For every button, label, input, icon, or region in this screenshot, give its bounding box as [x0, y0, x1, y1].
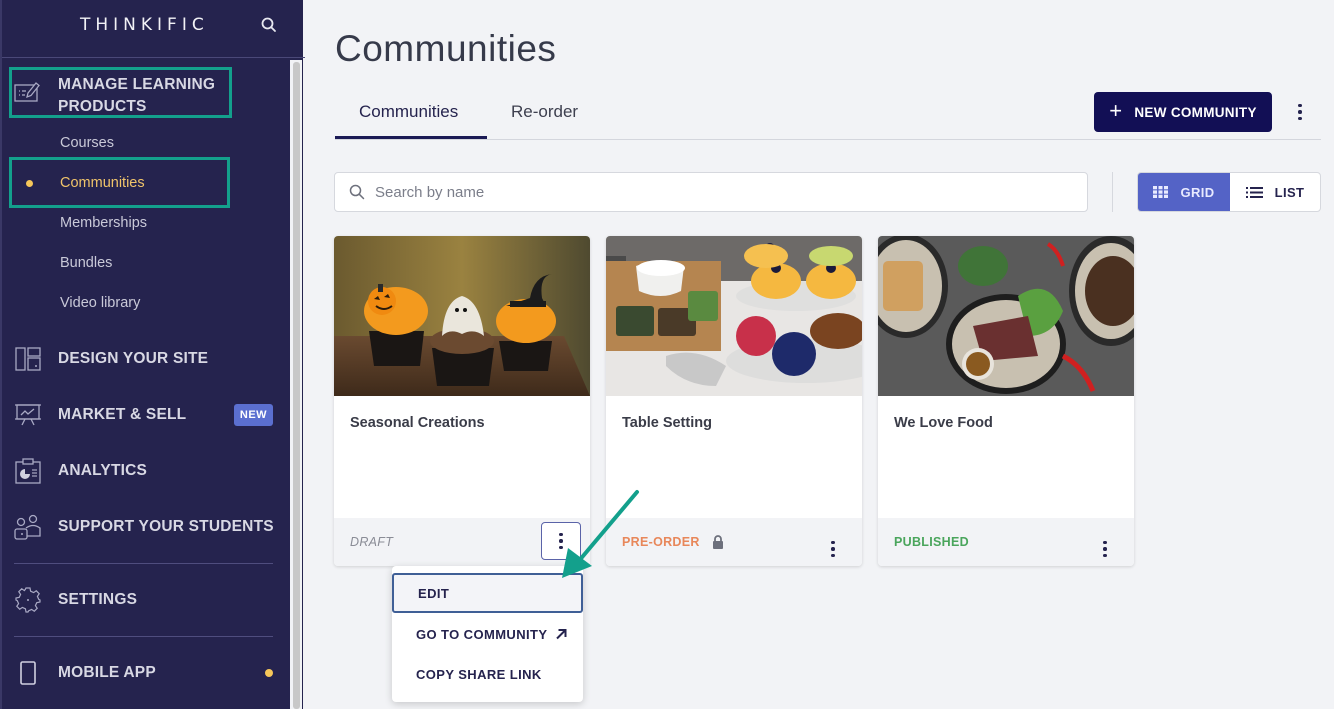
layout-icon — [14, 345, 42, 373]
sidebar-item-market-and-sell[interactable]: MARKET & SELL — [14, 401, 186, 429]
community-card[interactable]: We Love Food PUBLISHED — [878, 236, 1134, 566]
sidebar-item-label: DESIGN YOUR SITE — [58, 350, 209, 367]
new-community-label: NEW COMMUNITY — [1134, 104, 1257, 120]
new-community-button[interactable]: + NEW COMMUNITY — [1094, 92, 1272, 132]
sidebar: THINKIFIC MANAGE LEARNING PRODUCTS Cours… — [0, 0, 305, 709]
menu-item-label: GO TO COMMUNITY — [416, 626, 548, 642]
new-badge: NEW — [234, 404, 273, 426]
page-title: Communities — [335, 28, 557, 69]
search-icon — [349, 184, 365, 200]
phone-icon — [14, 659, 42, 687]
menu-item-go-to-community[interactable]: GO TO COMMUNITY — [392, 614, 583, 654]
community-image-afternoon-tea — [606, 236, 862, 396]
external-link-icon — [555, 628, 567, 640]
tab-re-order[interactable]: Re-order — [511, 102, 578, 122]
card-options-button[interactable] — [1085, 530, 1125, 566]
sidebar-divider — [14, 563, 273, 564]
card-footer: PUBLISHED — [878, 518, 1134, 566]
list-label: LIST — [1274, 184, 1305, 200]
card-title[interactable]: We Love Food — [894, 415, 993, 431]
sidebar-item-settings[interactable]: SETTINGS — [14, 586, 137, 614]
clipboard-pie-icon — [14, 457, 42, 485]
card-footer: DRAFT — [334, 518, 590, 566]
menu-item-copy-share-link[interactable]: COPY SHARE LINK — [392, 654, 583, 694]
community-image-halloween-cupcakes — [334, 236, 590, 396]
community-card[interactable]: Seasonal Creations DRAFT — [334, 236, 590, 566]
lock-icon — [712, 535, 723, 549]
presentation-chart-icon — [14, 401, 42, 429]
sidebar-scrollbar-thumb[interactable] — [293, 62, 300, 709]
thinkific-logo[interactable]: THINKIFIC — [80, 15, 209, 35]
menu-item-label: COPY SHARE LINK — [416, 666, 542, 682]
sidebar-subitem-courses[interactable]: Courses — [60, 135, 114, 151]
tab-communities[interactable]: Communities — [359, 102, 458, 122]
community-card[interactable]: Table Setting PRE-ORDER — [606, 236, 862, 566]
plus-icon: + — [1109, 98, 1123, 123]
status-badge: DRAFT — [350, 535, 394, 549]
sidebar-item-label: ANALYTICS — [58, 462, 148, 479]
gear-icon — [14, 586, 42, 614]
status-badge: PRE-ORDER — [622, 535, 724, 549]
sidebar-item-label: MOBILE APP — [58, 664, 156, 681]
page-more-options-icon[interactable] — [1290, 100, 1310, 124]
menu-item-label: EDIT — [418, 585, 450, 601]
sidebar-item-label: MARKET & SELL — [58, 406, 187, 423]
menu-item-edit[interactable]: EDIT — [392, 573, 583, 613]
card-options-button[interactable] — [541, 522, 581, 560]
card-title[interactable]: Table Setting — [622, 415, 712, 431]
sidebar-item-support-your-students[interactable]: SUPPORT YOUR STUDENTS — [14, 513, 274, 541]
active-tab-underline — [335, 136, 487, 139]
card-footer: PRE-ORDER — [606, 518, 862, 566]
status-label: PRE-ORDER — [622, 535, 700, 549]
sidebar-item-label: SUPPORT YOUR STUDENTS — [58, 518, 274, 535]
card-options-menu: EDIT GO TO COMMUNITY COPY SHARE LINK — [392, 566, 583, 702]
notification-dot — [265, 669, 273, 677]
sidebar-item-label: SETTINGS — [58, 591, 138, 608]
card-options-button[interactable] — [813, 530, 853, 566]
sidebar-divider — [14, 636, 273, 637]
search-field[interactable] — [334, 172, 1088, 212]
search-input[interactable] — [375, 183, 1055, 201]
card-title[interactable]: Seasonal Creations — [350, 415, 485, 431]
sidebar-item-analytics[interactable]: ANALYTICS — [14, 457, 147, 485]
status-badge: PUBLISHED — [894, 535, 969, 549]
annotation-highlight-box — [9, 157, 230, 208]
grid-label: GRID — [1180, 184, 1215, 200]
community-image-steak-bowls — [878, 236, 1134, 396]
sidebar-header: THINKIFIC — [2, 0, 305, 58]
sidebar-subitem-memberships[interactable]: Memberships — [60, 215, 147, 231]
annotation-highlight-box — [9, 67, 232, 118]
sidebar-subitem-video-library[interactable]: Video library — [60, 295, 140, 311]
list-icon — [1245, 186, 1263, 198]
users-icon — [14, 513, 42, 541]
grid-icon — [1153, 186, 1169, 198]
search-icon[interactable] — [260, 16, 278, 34]
sidebar-item-design-your-site[interactable]: DESIGN YOUR SITE — [14, 345, 208, 373]
view-toggle: GRID LIST — [1137, 172, 1321, 212]
toolbar-divider — [1112, 172, 1113, 212]
list-view-button[interactable]: LIST — [1230, 173, 1320, 211]
sidebar-subitem-bundles[interactable]: Bundles — [60, 255, 112, 271]
grid-view-button[interactable]: GRID — [1138, 173, 1230, 211]
sidebar-item-mobile-app[interactable]: MOBILE APP — [14, 659, 156, 687]
